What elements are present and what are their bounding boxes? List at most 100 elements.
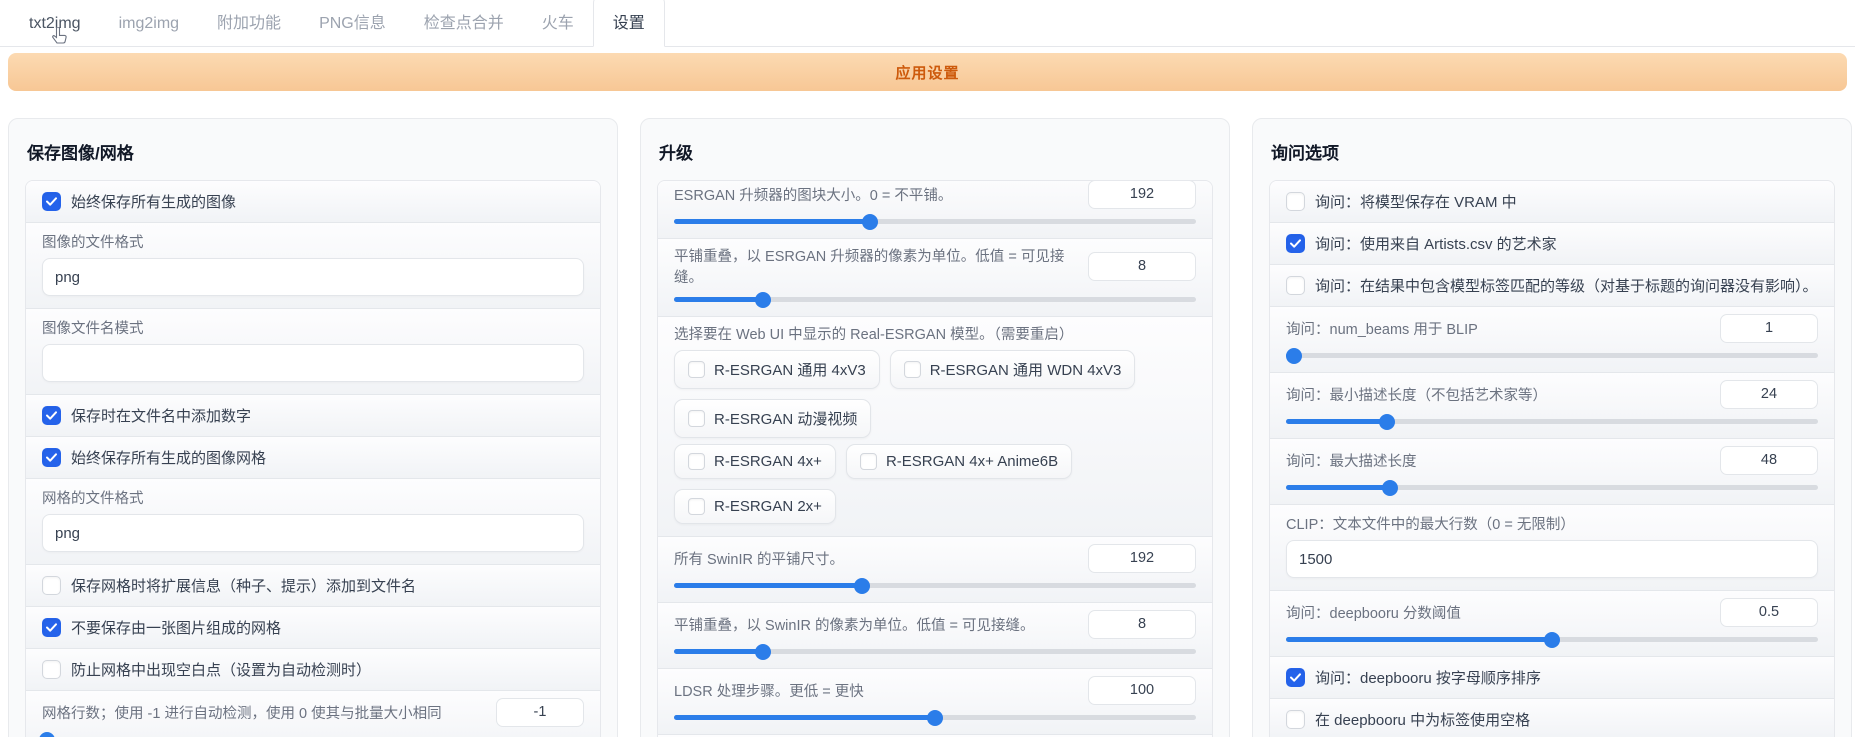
keep-vram-checkbox[interactable] [1286, 192, 1305, 211]
slider-handle[interactable] [755, 292, 771, 308]
include-ranks-checkbox[interactable] [1286, 276, 1305, 295]
setting-row: 保存时在文件名中添加数字 [26, 394, 600, 436]
setting-row: 网格的文件格式 [26, 478, 600, 564]
slider-label: 询问：最小描述长度（不包括艺术家等） [1286, 384, 1710, 405]
check-icon [46, 411, 57, 420]
tab-checkpoint-merger[interactable]: 检查点合并 [405, 0, 523, 46]
field-label: 网格的文件格式 [42, 487, 584, 508]
slider-handle[interactable] [1286, 348, 1302, 364]
clip-max-lines-input[interactable] [1286, 540, 1818, 578]
grid-rows-value[interactable]: -1 [496, 698, 584, 727]
model-chip[interactable]: R-ESRGAN 2x+ [674, 489, 836, 524]
min-length-value[interactable]: 24 [1720, 380, 1818, 409]
setting-row: 询问：deepbooru 按字母顺序排序 [1270, 656, 1834, 698]
model-checkbox[interactable] [688, 410, 705, 427]
model-checkbox[interactable] [904, 361, 921, 378]
use-artists-checkbox[interactable] [1286, 234, 1305, 253]
tab-settings[interactable]: 设置 [593, 0, 665, 47]
grid-format-input[interactable] [42, 514, 584, 552]
section-title: 升级 [657, 135, 1213, 180]
tab-txt2img[interactable]: txt2img [10, 2, 100, 46]
field-label: CLIP：文本文件中的最大行数（0 = 无限制） [1286, 513, 1818, 534]
slider-label: 询问：deepbooru 分数阈值 [1286, 602, 1710, 623]
model-chip[interactable]: R-ESRGAN 4x+ Anime6B [846, 444, 1072, 479]
setting-row: 不要保存由一张图片组成的网格 [26, 606, 600, 648]
image-format-input[interactable] [42, 258, 584, 296]
slider-handle[interactable] [854, 578, 870, 594]
checkbox-label: 不要保存由一张图片组成的网格 [71, 617, 281, 638]
slider-handle[interactable] [39, 732, 55, 737]
slider-handle[interactable] [862, 214, 878, 230]
model-checkbox[interactable] [688, 498, 705, 515]
model-chip[interactable]: R-ESRGAN 4x+ [674, 444, 836, 479]
section-title: 询问选项 [1269, 135, 1835, 180]
deepbooru-spaces-checkbox[interactable] [1286, 710, 1305, 729]
deepbooru-threshold-slider[interactable] [1286, 637, 1818, 642]
esrgan-overlap-value[interactable]: 8 [1088, 252, 1196, 281]
tab-extras[interactable]: 附加功能 [198, 0, 300, 46]
deepbooru-sort-checkbox[interactable] [1286, 668, 1305, 687]
grid-extended-info-checkbox[interactable] [42, 576, 61, 595]
setting-row: 图像的文件格式 [26, 222, 600, 308]
check-icon [1290, 673, 1301, 682]
check-icon [46, 197, 57, 206]
model-checkbox[interactable] [860, 453, 877, 470]
model-chip[interactable]: R-ESRGAN 通用 WDN 4xV3 [890, 350, 1136, 389]
model-checkbox[interactable] [688, 453, 705, 470]
slider-handle[interactable] [1382, 480, 1398, 496]
field-label: 图像文件名模式 [42, 317, 584, 338]
tab-img2img[interactable]: img2img [100, 2, 198, 46]
slider-handle[interactable] [1544, 632, 1560, 648]
section-save-images-panel: 保存图像/网格 始终保存所有生成的图像 图像的文件格式 图像文件名模式 保存时在… [8, 118, 618, 737]
esrgan-tile-value[interactable]: 192 [1088, 180, 1196, 209]
model-chip-label: R-ESRGAN 4x+ Anime6B [886, 453, 1058, 470]
slider-label: 平铺重叠，以 SwinIR 的像素为单位。低值 = 可见接缝。 [674, 614, 1078, 635]
checkbox-label: 询问：deepbooru 按字母顺序排序 [1315, 667, 1541, 688]
deepbooru-threshold-value[interactable]: 0.5 [1720, 598, 1818, 627]
setting-row: 在 deepbooru 中为标签使用空格 [1270, 698, 1834, 737]
tab-png-info[interactable]: PNG信息 [300, 0, 405, 46]
setting-row: 选择要在 Web UI 中显示的 Real-ESRGAN 模型。（需要重启） R… [658, 316, 1212, 536]
checkbox-label: 始终保存所有生成的图像网格 [71, 447, 266, 468]
esrgan-tile-slider[interactable] [674, 219, 1196, 224]
swinir-tile-value[interactable]: 192 [1088, 544, 1196, 573]
no-single-image-grid-checkbox[interactable] [42, 618, 61, 637]
always-save-grids-checkbox[interactable] [42, 448, 61, 467]
checkbox-label: 在 deepbooru 中为标签使用空格 [1315, 709, 1530, 730]
model-chip[interactable]: R-ESRGAN 动漫视频 [674, 399, 871, 438]
swinir-overlap-value[interactable]: 8 [1088, 610, 1196, 639]
setting-row: 平铺重叠，以 SwinIR 的像素为单位。低值 = 可见接缝。 8 [658, 602, 1212, 668]
prevent-empty-spots-checkbox[interactable] [42, 660, 61, 679]
max-length-slider[interactable] [1286, 485, 1818, 490]
setting-row: 保存网格时将扩展信息（种子、提示）添加到文件名 [26, 564, 600, 606]
apply-settings-button[interactable]: 应用设置 [8, 53, 1847, 91]
ldsr-steps-slider[interactable] [674, 715, 1196, 720]
add-number-checkbox[interactable] [42, 406, 61, 425]
setting-row: 始终保存所有生成的图像网格 [26, 436, 600, 478]
slider-label: ESRGAN 升频器的图块大小。0 = 不平铺。 [674, 184, 1078, 205]
esrgan-overlap-slider[interactable] [674, 297, 1196, 302]
setting-row: LDSR 处理步骤。更低 = 更快 100 [658, 668, 1212, 734]
model-chip-label: R-ESRGAN 2x+ [714, 498, 822, 515]
max-length-value[interactable]: 48 [1720, 446, 1818, 475]
settings-rows: ESRGAN 升频器的图块大小。0 = 不平铺。 192 平铺重叠，以 ESRG… [657, 180, 1213, 737]
ldsr-steps-value[interactable]: 100 [1088, 676, 1196, 705]
model-chip[interactable]: R-ESRGAN 通用 4xV3 [674, 350, 880, 389]
slider-handle[interactable] [927, 710, 943, 726]
checkbox-label: 保存网格时将扩展信息（种子、提示）添加到文件名 [71, 575, 416, 596]
slider-handle[interactable] [755, 644, 771, 660]
check-icon [1290, 239, 1301, 248]
setting-row: 始终保存所有生成的图像 [26, 181, 600, 222]
realesrgan-model-chips: R-ESRGAN 通用 4xV3 R-ESRGAN 通用 WDN 4xV3 R-… [674, 350, 1196, 438]
swinir-overlap-slider[interactable] [674, 649, 1196, 654]
num-beams-slider[interactable] [1286, 353, 1818, 358]
always-save-images-checkbox[interactable] [42, 192, 61, 211]
setting-row: 询问：将模型保存在 VRAM 中 [1270, 181, 1834, 222]
num-beams-value[interactable]: 1 [1720, 314, 1818, 343]
slider-handle[interactable] [1379, 414, 1395, 430]
filename-pattern-input[interactable] [42, 344, 584, 382]
model-checkbox[interactable] [688, 361, 705, 378]
min-length-slider[interactable] [1286, 419, 1818, 424]
tab-train[interactable]: 火车 [523, 0, 593, 46]
swinir-tile-slider[interactable] [674, 583, 1196, 588]
